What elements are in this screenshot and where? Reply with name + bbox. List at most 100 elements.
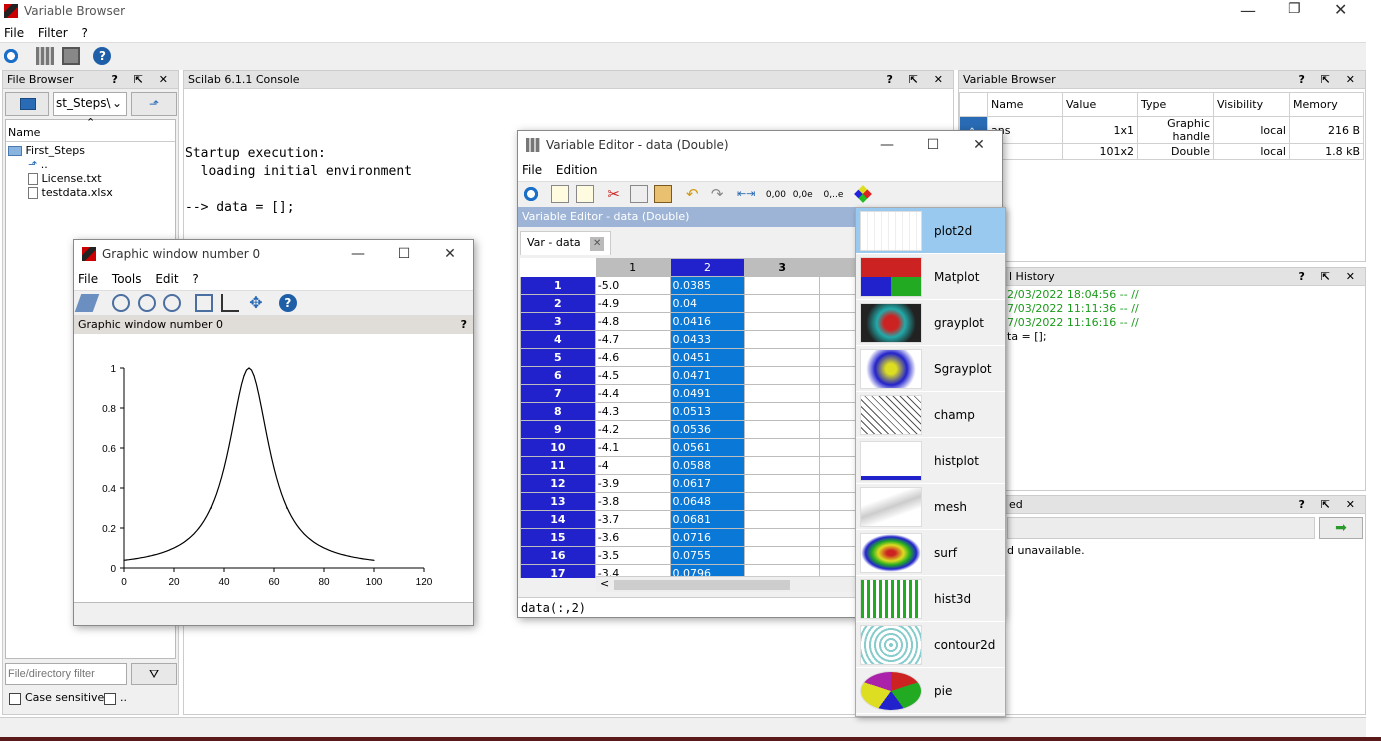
- menu-file[interactable]: File: [522, 163, 542, 177]
- menu-file[interactable]: File: [78, 272, 98, 286]
- menu-help[interactable]: ?: [81, 26, 87, 40]
- pan-icon[interactable]: ✥: [247, 294, 265, 312]
- minimize-button[interactable]: —: [335, 240, 381, 268]
- row-header[interactable]: 2: [520, 294, 596, 313]
- cell-col3[interactable]: [744, 492, 821, 511]
- col-header[interactable]: 3: [744, 258, 821, 277]
- plot-menu-item-mesh[interactable]: mesh: [856, 484, 1005, 530]
- row-header[interactable]: 11: [520, 456, 596, 475]
- cell-col3[interactable]: [744, 366, 821, 385]
- table-row[interactable]: 3 -4.8 0.0416: [520, 312, 856, 331]
- format-long-button[interactable]: 0,..e: [824, 190, 844, 200]
- table-row[interactable]: ∿ ans 1x1 Graphic handle local 216 B: [959, 116, 1364, 144]
- row-header[interactable]: 16: [520, 546, 596, 565]
- row-header[interactable]: 9: [520, 420, 596, 439]
- dock-controls[interactable]: ? ⇱ ✕: [1299, 496, 1361, 514]
- variable-editor-icon[interactable]: [35, 47, 54, 65]
- news-url-bar[interactable]: [1007, 517, 1315, 539]
- format-decimal-button[interactable]: 0,00: [766, 190, 786, 200]
- cell-col4[interactable]: [819, 546, 856, 565]
- cell-col3[interactable]: [744, 420, 821, 439]
- tree-item[interactable]: ⬏ ..: [6, 157, 175, 171]
- row-header[interactable]: 8: [520, 402, 596, 421]
- cell-col4[interactable]: [819, 474, 856, 493]
- row-header[interactable]: 13: [520, 492, 596, 511]
- row-header[interactable]: 15: [520, 528, 596, 547]
- cell-col2[interactable]: 0.0536: [669, 420, 746, 439]
- cell-col2[interactable]: 0.04: [669, 294, 746, 313]
- menu-help[interactable]: ?: [192, 272, 198, 286]
- cell-col2[interactable]: 0.0617: [669, 474, 746, 493]
- cell-col1[interactable]: -4.4: [594, 384, 671, 403]
- table-row[interactable]: ta 101x2 Double local 1.8 kB: [959, 143, 1364, 160]
- cell-col1[interactable]: -3.6: [594, 528, 671, 547]
- col-header-selected[interactable]: 2: [669, 258, 746, 277]
- cell-col4[interactable]: [819, 420, 856, 439]
- cell-col2[interactable]: 0.0433: [669, 330, 746, 349]
- cell-col2[interactable]: 0.0588: [669, 456, 746, 475]
- tree-item[interactable]: First_Steps: [6, 142, 175, 157]
- filter-button[interactable]: ⛛: [131, 663, 177, 685]
- table-row[interactable]: 16 -3.5 0.0755: [520, 546, 856, 565]
- cell-col2[interactable]: 0.0648: [669, 492, 746, 511]
- cell-col3[interactable]: [744, 402, 821, 421]
- zoom-in-icon[interactable]: [111, 294, 130, 312]
- row-header[interactable]: 1: [520, 276, 596, 295]
- size-columns-icon[interactable]: ⇤⇥: [737, 185, 755, 203]
- row-header[interactable]: 14: [520, 510, 596, 529]
- plot-canvas[interactable]: 0 20 40 60 80 100 120 0 0.2 0.4 0.6 0.8 1: [74, 334, 473, 602]
- status-field[interactable]: data(:,2): [518, 597, 858, 617]
- close-button[interactable]: ✕: [956, 131, 1002, 159]
- cell-col1[interactable]: -3.5: [594, 546, 671, 565]
- refresh-icon[interactable]: [2, 47, 20, 65]
- cut-icon[interactable]: ✂: [605, 185, 623, 203]
- close-button[interactable]: ✕: [1334, 0, 1347, 19]
- cell-col4[interactable]: [819, 312, 856, 331]
- copy-icon[interactable]: [629, 185, 648, 203]
- cell-col4[interactable]: [819, 456, 856, 475]
- cell-col1[interactable]: -4.9: [594, 294, 671, 313]
- select-icon[interactable]: [74, 294, 100, 312]
- plot-icon[interactable]: [854, 185, 873, 203]
- col-value[interactable]: Value: [1062, 92, 1138, 117]
- table-row[interactable]: 2 -4.9 0.04: [520, 294, 856, 313]
- cell-col2[interactable]: 0.0561: [669, 438, 746, 457]
- tree-column-header[interactable]: Name ⌃: [6, 116, 175, 142]
- menu-filter[interactable]: Filter: [38, 26, 68, 40]
- horizontal-scrollbar[interactable]: <: [596, 576, 856, 592]
- maximize-button[interactable]: ☐: [381, 240, 427, 268]
- cell-col1[interactable]: -4.8: [594, 312, 671, 331]
- plot-menu-item-pie[interactable]: pie: [856, 668, 1005, 714]
- cell-col4[interactable]: [819, 510, 856, 529]
- menu-edition[interactable]: Edition: [556, 163, 598, 177]
- cell-col3[interactable]: [744, 348, 821, 367]
- cell-col3[interactable]: [744, 438, 821, 457]
- format-exponent-button[interactable]: 0,0e: [793, 190, 813, 200]
- table-row[interactable]: 14 -3.7 0.0681: [520, 510, 856, 529]
- create-variable-icon[interactable]: [550, 185, 569, 203]
- tree-item[interactable]: testdata.xlsx: [6, 185, 175, 199]
- row-header[interactable]: 10: [520, 438, 596, 457]
- cell-col1[interactable]: -3.7: [594, 510, 671, 529]
- cell-col4[interactable]: [819, 438, 856, 457]
- scroll-left-icon[interactable]: <: [600, 577, 609, 590]
- rotate-icon[interactable]: [195, 294, 214, 312]
- history-entry[interactable]: 2/03/2022 18:04:56 -- //: [1007, 288, 1365, 302]
- cell-col2[interactable]: 0.0681: [669, 510, 746, 529]
- cell-col4[interactable]: [819, 348, 856, 367]
- table-row[interactable]: 1 -5.0 0.0385: [520, 276, 856, 295]
- col-name[interactable]: Name: [987, 92, 1063, 117]
- table-row[interactable]: 5 -4.6 0.0451: [520, 348, 856, 367]
- table-row[interactable]: 13 -3.8 0.0648: [520, 492, 856, 511]
- cell-col3[interactable]: [744, 294, 821, 313]
- row-header[interactable]: 3: [520, 312, 596, 331]
- cell-col2[interactable]: 0.0716: [669, 528, 746, 547]
- datatip-icon[interactable]: [221, 294, 240, 312]
- tab-var-data[interactable]: Var - data ✕: [520, 231, 612, 255]
- cell-col4[interactable]: [819, 366, 856, 385]
- close-tab-icon[interactable]: ✕: [590, 237, 605, 251]
- cell-col4[interactable]: [819, 402, 856, 421]
- col-visibility[interactable]: Visibility: [1213, 92, 1290, 117]
- cell-col1[interactable]: -4.1: [594, 438, 671, 457]
- menu-edit[interactable]: Edit: [155, 272, 178, 286]
